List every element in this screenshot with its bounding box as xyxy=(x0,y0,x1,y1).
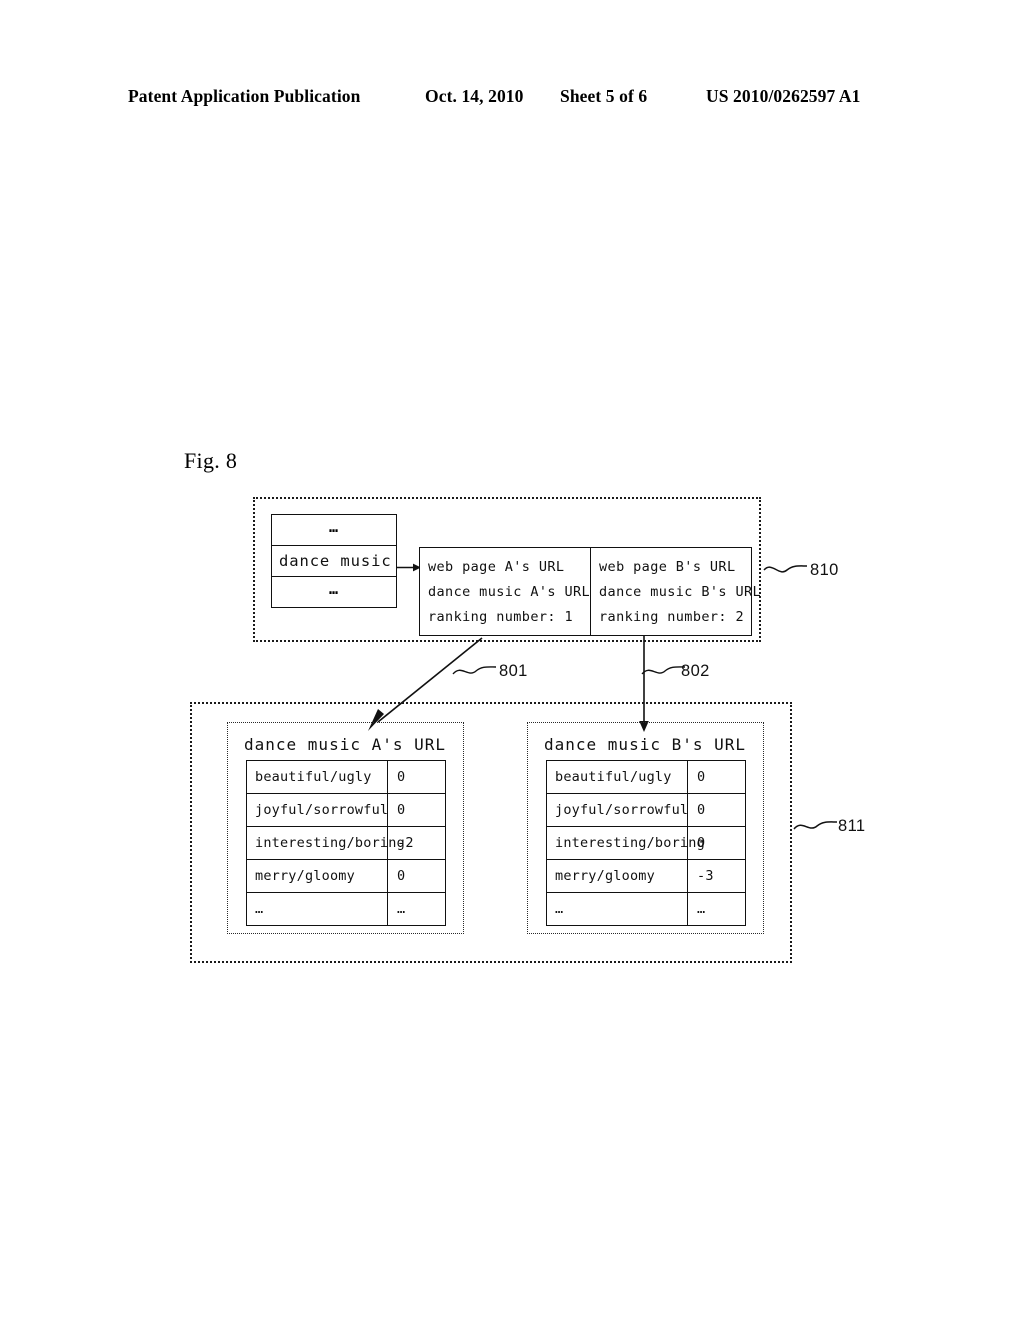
table-row[interactable]: merry/gloomy -3 xyxy=(546,859,746,893)
record-box-a[interactable]: web page A's URL dance music A's URL ran… xyxy=(420,548,592,635)
record-a-line-1: web page A's URL xyxy=(428,559,565,575)
keyword-row-ellipsis-bottom: … xyxy=(272,577,396,608)
attr-label-ellipsis: … xyxy=(546,892,688,926)
attr-label: interesting/boring xyxy=(546,826,705,860)
attr-label: joyful/sorrowful xyxy=(546,793,688,827)
figure-caption: Fig. 8 xyxy=(184,448,238,473)
attr-label: beautiful/ugly xyxy=(546,760,688,794)
ref-label-801: 801 xyxy=(499,662,528,680)
block-a-title: dance music A's URL xyxy=(244,735,447,754)
attr-value-ellipsis: … xyxy=(687,892,746,926)
attr-value: 0 xyxy=(387,859,446,893)
ref-label-802: 802 xyxy=(681,662,710,680)
patent-number: US 2010/0262597 A1 xyxy=(706,86,861,106)
publication-date: Oct. 14, 2010 xyxy=(425,86,524,106)
attr-label: merry/gloomy xyxy=(246,859,388,893)
keyword-to-records-arrow-icon xyxy=(397,563,421,572)
attr-value: -3 xyxy=(687,859,746,893)
table-row[interactable]: beautiful/ugly 0 xyxy=(246,760,446,794)
table-row: … … xyxy=(546,892,746,926)
ellipsis-icon: … xyxy=(328,580,340,598)
attr-label: merry/gloomy xyxy=(546,859,688,893)
attr-value: 0 xyxy=(687,760,746,794)
keyword-row-dance-music[interactable]: dance music xyxy=(272,546,396,577)
record-b-line-3: ranking number: 2 xyxy=(599,609,745,625)
publication-label: Patent Application Publication xyxy=(128,86,361,106)
record-a-line-2: dance music A's URL xyxy=(428,584,591,600)
table-row[interactable]: joyful/sorrowful 0 xyxy=(546,793,746,827)
sensitivity-table-b: beautiful/ugly 0 joyful/sorrowful 0 inte… xyxy=(546,760,746,926)
record-a-line-3: ranking number: 1 xyxy=(428,609,573,625)
leader-line-810 xyxy=(763,565,808,573)
patent-header: Patent Application Publication Oct. 14, … xyxy=(128,86,896,112)
attr-value: 0 xyxy=(387,760,446,794)
leader-line-811 xyxy=(793,821,838,830)
ref-label-810: 810 xyxy=(810,561,839,579)
attr-value: -2 xyxy=(387,826,446,860)
attr-label: joyful/sorrowful xyxy=(246,793,388,827)
block-b-title: dance music B's URL xyxy=(544,735,747,754)
leader-line-801 xyxy=(452,666,497,675)
table-row: … … xyxy=(246,892,446,926)
attr-value-ellipsis: … xyxy=(387,892,446,926)
attr-value: 0 xyxy=(387,793,446,827)
table-row[interactable]: joyful/sorrowful 0 xyxy=(246,793,446,827)
record-b-line-2: dance music B's URL xyxy=(599,584,762,600)
attr-label-ellipsis: … xyxy=(246,892,388,926)
table-row[interactable]: interesting/boring 0 xyxy=(546,826,746,860)
ref-label-811: 811 xyxy=(838,817,866,835)
table-row[interactable]: merry/gloomy 0 xyxy=(246,859,446,893)
attr-value: 0 xyxy=(687,793,746,827)
record-b-line-1: web page B's URL xyxy=(599,559,736,575)
ellipsis-icon: … xyxy=(328,517,340,536)
table-row[interactable]: beautiful/ugly 0 xyxy=(546,760,746,794)
keyword-row-ellipsis-top: … xyxy=(272,515,396,546)
attr-label: beautiful/ugly xyxy=(246,760,388,794)
table-row[interactable]: interesting/boring -2 xyxy=(246,826,446,860)
web-page-record-boxes: web page A's URL dance music A's URL ran… xyxy=(419,547,761,636)
sensitivity-table-a: beautiful/ugly 0 joyful/sorrowful 0 inte… xyxy=(246,760,446,926)
attr-value: 0 xyxy=(687,826,746,860)
attr-label: interesting/boring xyxy=(246,826,405,860)
sheet-number: Sheet 5 of 6 xyxy=(560,86,648,106)
keyword-label: dance music xyxy=(279,552,392,570)
record-box-b[interactable]: web page B's URL dance music B's URL ran… xyxy=(591,548,761,635)
keyword-index-box: … dance music … xyxy=(271,514,397,608)
